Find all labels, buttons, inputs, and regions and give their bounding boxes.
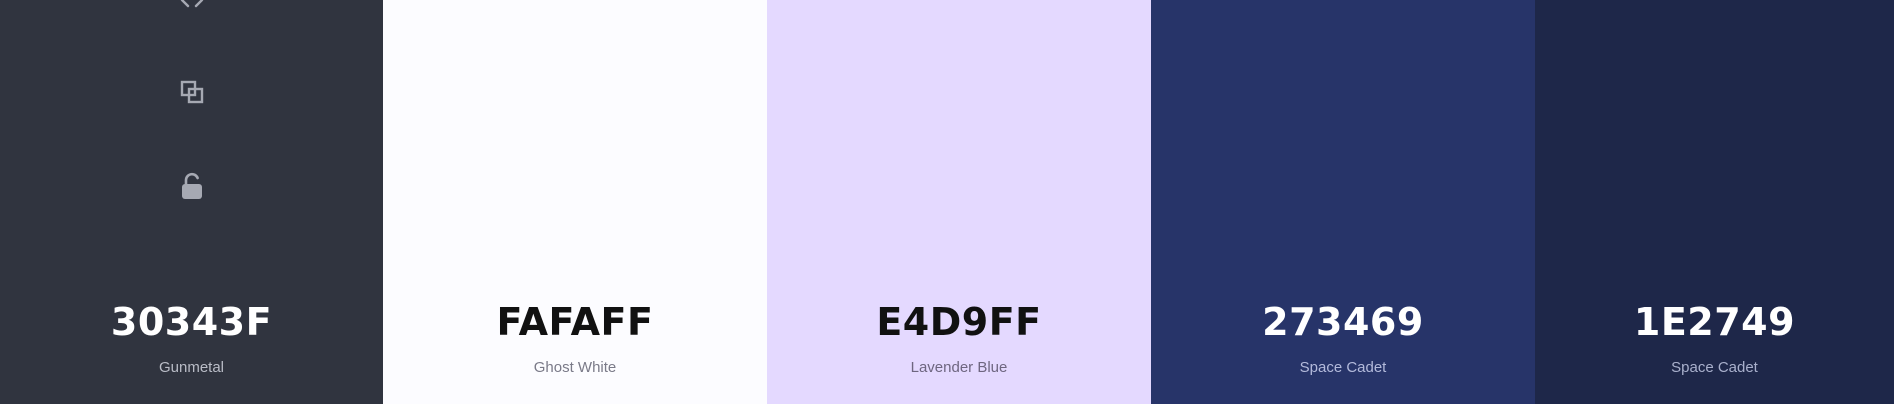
swatch-lavender-blue[interactable]: E4D9FF Lavender Blue — [767, 0, 1151, 404]
hex-code[interactable]: 273469 — [1151, 297, 1535, 347]
copy-hex-button[interactable] — [174, 74, 210, 110]
swatch-tools — [0, 0, 383, 220]
color-name[interactable]: Space Cadet — [1151, 358, 1535, 378]
color-name[interactable]: Gunmetal — [0, 358, 383, 378]
swatch-ghost-white[interactable]: FAFAFF Ghost White — [383, 0, 767, 404]
color-name[interactable]: Ghost White — [383, 358, 767, 378]
view-code-button[interactable] — [174, 0, 210, 18]
color-name[interactable]: Space Cadet — [1535, 358, 1894, 378]
hex-code[interactable]: 1E2749 — [1535, 297, 1894, 347]
hex-code[interactable]: E4D9FF — [767, 297, 1151, 347]
hex-code[interactable]: 30343F — [0, 297, 383, 347]
swatch-space-cadet-dark[interactable]: 1E2749 Space Cadet — [1535, 0, 1894, 404]
color-palette: 30343F Gunmetal FAFAFF Ghost White E4D9F… — [0, 0, 1894, 404]
swatch-gunmetal[interactable]: 30343F Gunmetal — [0, 0, 383, 404]
toggle-lock-button[interactable] — [174, 168, 210, 204]
unlock-icon — [178, 171, 206, 201]
color-name[interactable]: Lavender Blue — [767, 358, 1151, 378]
swatch-space-cadet[interactable]: 273469 Space Cadet — [1151, 0, 1535, 404]
code-icon — [178, 0, 206, 14]
copy-icon — [178, 78, 206, 106]
hex-code[interactable]: FAFAFF — [383, 297, 767, 347]
